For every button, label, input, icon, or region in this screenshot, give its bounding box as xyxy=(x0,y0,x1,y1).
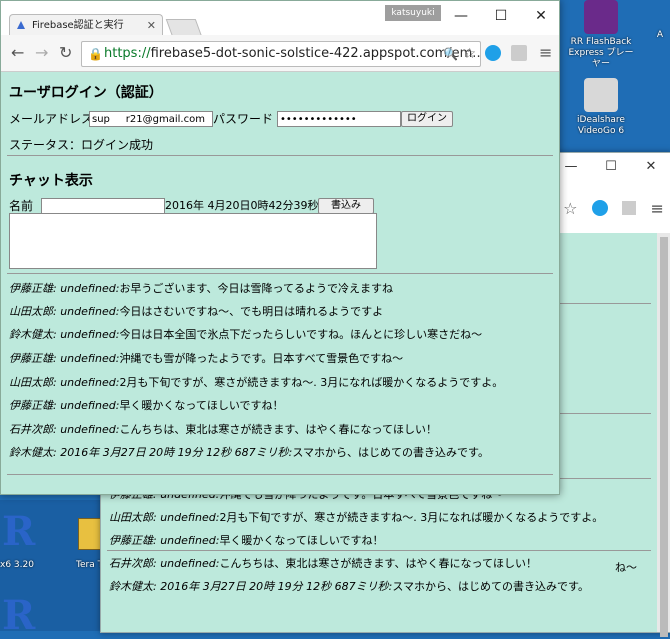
divider xyxy=(7,273,553,274)
list-item: 伊藤正雄: undefined:沖縄でも雪が降ったようです。日本すべて雪景色です… xyxy=(9,350,403,366)
desktop-icon-label: iDealshare VideoGo 6 xyxy=(577,115,625,136)
login-heading: ユーザログイン（認証） xyxy=(9,85,163,101)
extension-icon[interactable] xyxy=(511,45,527,61)
desktop-icon-idealshare[interactable]: iDealshare VideoGo 6 xyxy=(566,78,636,137)
list-item: 山田太郎: undefined:2月も下旬ですが、寒さが続きますね〜. 3月にな… xyxy=(109,506,651,529)
message-text: スマホから、はじめての書き込みです。 xyxy=(392,580,589,593)
message-speaker: 山田太郎: undefined: xyxy=(9,376,120,389)
list-item: 伊藤正雄: undefined:お早うございます、今日は雪降ってるようで冷えます… xyxy=(9,280,393,296)
maximize-icon[interactable]: ☐ xyxy=(591,153,631,181)
skype-icon[interactable] xyxy=(485,45,501,61)
message-speaker: 伊藤正雄: undefined: xyxy=(9,352,120,365)
email-field[interactable] xyxy=(89,111,213,127)
tab-strip: Firebase認証と実行 ✕ katsuyuki — ☐ ✕ xyxy=(1,1,561,37)
reload-icon[interactable]: ↻ xyxy=(59,43,72,62)
datetime-text: 2016年 4月20日0時42分39秒 xyxy=(165,199,319,212)
menu-icon[interactable]: ≡ xyxy=(650,199,663,218)
tab-firebase[interactable]: Firebase認証と実行 ✕ xyxy=(9,14,163,35)
message-text: 今日はさむいですね〜、でも明日は晴れるようですよ xyxy=(119,305,384,318)
address-bar[interactable]: 🔒 https://firebase5-dot-sonic-solstice-4… xyxy=(81,41,481,67)
minimize-icon[interactable]: — xyxy=(441,1,481,31)
tab-title: Firebase認証と実行 xyxy=(32,20,124,31)
close-icon[interactable]: ✕ xyxy=(521,1,561,31)
extension-icon[interactable] xyxy=(622,201,637,215)
list-item: 伊藤正雄: undefined:早く暖かくなってほしいですね！ xyxy=(9,397,284,413)
message-text: 早く暖かくなってほしいですね！ xyxy=(219,534,384,547)
message-speaker: 伊藤正雄: undefined: xyxy=(9,282,120,295)
write-button[interactable]: 書込み xyxy=(318,198,374,214)
lock-icon: 🔒 xyxy=(88,47,103,61)
message-text: 今日は日本全国で氷点下だったらしいですね。ほんとに珍しい寒さだね〜 xyxy=(119,328,483,341)
password-label: パスワード xyxy=(213,112,274,126)
message-speaker: 鈴木健太: 2016年 3月27日 20時 19分 12秒 687ミリ秒: xyxy=(109,580,393,593)
desktop-icon-rr-flashback[interactable]: RR FlashBack Express プレーヤー xyxy=(566,0,636,70)
background-message-list: 伊藤正雄: undefined:沖縄でも雪が降ったようです。日本すべて雪景色です… xyxy=(109,483,651,598)
desktop-icon-partial[interactable]: A xyxy=(650,30,670,41)
flashback-icon xyxy=(584,0,618,34)
zoom-icon[interactable]: 🔍 xyxy=(443,42,458,66)
desktop-icon-label: A xyxy=(656,30,664,40)
background-window-controls: — ☐ ✕ xyxy=(551,153,670,181)
name-field[interactable] xyxy=(41,198,165,214)
message-speaker: 伊藤正雄: undefined: xyxy=(109,534,220,547)
login-button[interactable]: ログイン xyxy=(401,111,453,127)
r-icon[interactable]: R xyxy=(2,508,35,555)
message-input[interactable] xyxy=(9,213,377,269)
message-text: 沖縄でも雪が降ったようです。日本すべて雪景色ですね〜 xyxy=(119,352,404,365)
list-item: 石井次郎: undefined:こんちちは、東北は寒さが続きます、はやく春になっ… xyxy=(9,421,437,437)
email-label: メールアドレス xyxy=(9,112,94,126)
main-browser-window[interactable]: Firebase認証と実行 ✕ katsuyuki — ☐ ✕ ← → ↻ 🔒 … xyxy=(0,0,560,495)
message-speaker: 鈴木健太: undefined: xyxy=(9,328,120,341)
list-item: 伊藤正雄: undefined:早く暖かくなってほしいですね！ xyxy=(109,529,651,552)
navigation-bar: ← → ↻ 🔒 https://firebase5-dot-sonic-sols… xyxy=(1,35,559,72)
name-label: 名前 xyxy=(9,199,34,213)
message-text: 2月も下旬ですが、寒さが続きますね〜. 3月になれば暖かくなるようですよ。 xyxy=(119,376,504,389)
menu-icon[interactable]: ≡ xyxy=(539,43,552,62)
star-icon[interactable]: ☆ xyxy=(463,42,476,66)
divider xyxy=(7,155,553,156)
divider xyxy=(7,474,553,475)
status-text: ステータス：ログイン成功 xyxy=(9,138,154,152)
list-item: 鈴木健太: 2016年 3月27日 20時 19分 12秒 687ミリ秒:スマホ… xyxy=(109,575,651,598)
app-favicon-icon xyxy=(17,21,25,29)
list-item: 山田太郎: undefined:2月も下旬ですが、寒さが続きますね〜. 3月にな… xyxy=(9,374,503,390)
message-speaker: 山田太郎: undefined: xyxy=(109,511,220,524)
desktop-icon-label: RR FlashBack Express プレーヤー xyxy=(568,37,634,69)
message-speaker: 山田太郎: undefined: xyxy=(9,305,120,318)
close-icon[interactable]: ✕ xyxy=(631,153,670,181)
message-text: お早うございます、今日は雪降ってるようで冷えますね xyxy=(119,282,394,295)
back-icon[interactable]: ← xyxy=(11,43,24,62)
scrollbar[interactable] xyxy=(657,233,670,637)
scrollbar-thumb[interactable] xyxy=(660,237,668,637)
page-content: ユーザログイン（認証） メールアドレス パスワード ログイン ステータス：ログイ… xyxy=(1,72,559,494)
list-item: 鈴木健太: undefined:今日は日本全国で氷点下だったらしいですね。ほんと… xyxy=(9,326,482,342)
url-prefix: https:// xyxy=(104,46,151,61)
message-text: 2月も下旬ですが、寒さが続きますね〜. 3月になれば暖かくなるようですよ。 xyxy=(219,511,604,524)
chat-heading: チャット表示 xyxy=(9,173,93,189)
list-item: 鈴木健太: 2016年 3月27日 20時 19分 12秒 687ミリ秒:スマホ… xyxy=(9,444,489,460)
message-speaker: 鈴木健太: 2016年 3月27日 20時 19分 12秒 687ミリ秒: xyxy=(9,446,293,459)
message-text: 早く暖かくなってほしいですね！ xyxy=(119,399,284,412)
message-text: スマホから、はじめての書き込みです。 xyxy=(292,446,489,459)
background-toolbar: ☆ ≡ xyxy=(556,193,670,223)
message-speaker: 石井次郎: undefined: xyxy=(109,557,220,570)
password-field[interactable] xyxy=(277,111,401,127)
message-text: こんちちは、東北は寒さが続きます、はやく春になってほしい！ xyxy=(219,557,538,570)
idealshare-icon xyxy=(584,78,618,112)
message-speaker: 石井次郎: undefined: xyxy=(9,423,120,436)
r-icon[interactable]: R xyxy=(2,592,35,639)
user-badge[interactable]: katsuyuki xyxy=(385,5,441,21)
close-tab-icon[interactable]: ✕ xyxy=(147,15,156,36)
maximize-icon[interactable]: ☐ xyxy=(481,1,521,31)
url-host: firebase5-dot-sonic-solstice-422.appspot… xyxy=(150,46,448,61)
list-item: 山田太郎: undefined:今日はさむいですね〜、でも明日は晴れるようですよ xyxy=(9,303,383,319)
message-speaker: 伊藤正雄: undefined: xyxy=(9,399,120,412)
message-text: こんちちは、東北は寒さが続きます、はやく春になってほしい！ xyxy=(119,423,438,436)
list-item: 石井次郎: undefined:こんちちは、東北は寒さが続きます、はやく春になっ… xyxy=(109,552,651,575)
url-text: https://firebase5-dot-sonic-solstice-422… xyxy=(104,42,480,66)
desktop-label-partial: x6 3.20 xyxy=(0,560,34,570)
star-icon[interactable]: ☆ xyxy=(563,199,577,218)
forward-icon[interactable]: → xyxy=(35,43,48,62)
skype-icon[interactable] xyxy=(591,200,608,216)
